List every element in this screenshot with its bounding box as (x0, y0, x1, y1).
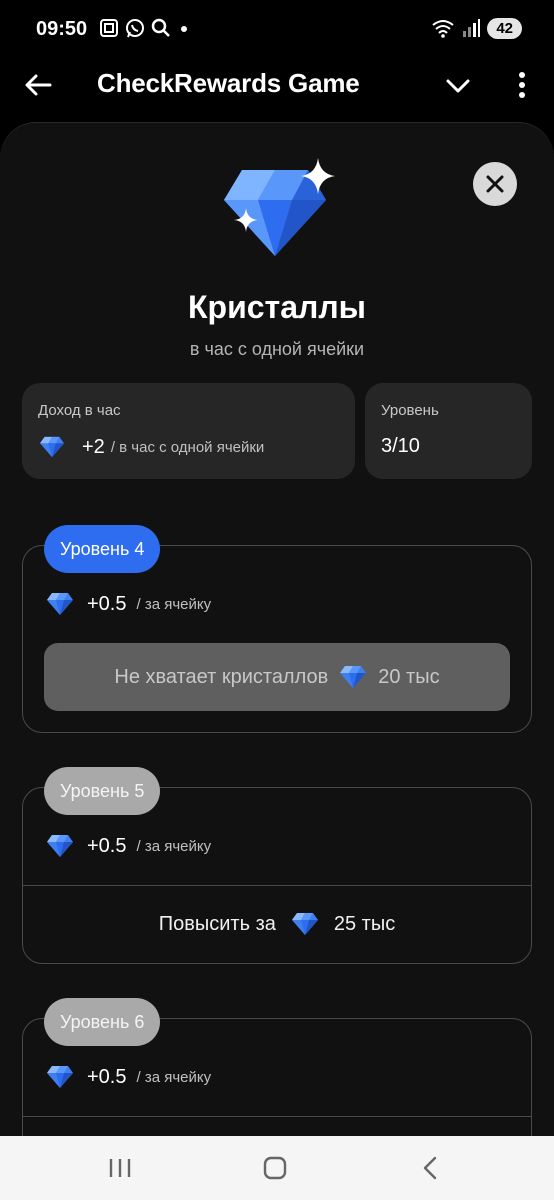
back-arrow-icon[interactable] (22, 70, 54, 100)
level-4-card: +0.5 / за ячейку Не хватает кристаллов 2… (22, 545, 532, 733)
crystals-sheet: Кристаллы в час с одной ячейки Доход в ч… (0, 122, 554, 1136)
button-label: Повысить за (158, 912, 276, 935)
app-bar: CheckRewards Game (0, 62, 554, 108)
sheet-subtitle: в час с одной ячейки (189, 339, 365, 359)
upgrade-button[interactable]: Повысить за 25 тыс (23, 886, 531, 962)
whatsapp-icon (126, 19, 144, 38)
home-icon[interactable] (262, 1156, 288, 1180)
crystal-icon (40, 436, 64, 458)
button-price: 20 тыс (378, 665, 440, 688)
chevron-down-icon[interactable] (442, 72, 474, 100)
reward-unit: / за ячейку (136, 837, 212, 855)
level-card: Уровень 3/10 (365, 383, 532, 479)
crystal-icon (47, 593, 73, 615)
battery-icon: 42 (487, 17, 522, 39)
crystal-icon (47, 1066, 73, 1088)
crystal-icon (224, 158, 335, 256)
income-card: Доход в час +2 / в час с одной ячейки (22, 383, 355, 479)
level-5-reward: +0.5 / за ячейку (45, 833, 211, 859)
button-price: 25 тыс (333, 912, 396, 935)
income-label: Доход в час (38, 402, 121, 419)
level-4-pill: Уровень 4 (44, 525, 161, 573)
recents-icon[interactable] (107, 1156, 133, 1180)
income-row: +2 / в час с одной ячейки (38, 435, 264, 459)
crystal-icon (291, 913, 318, 935)
status-time: 09:50 (36, 18, 88, 40)
reward-unit: / за ячейку (136, 1068, 212, 1086)
back-icon[interactable] (418, 1156, 444, 1180)
button-label: Не хватает кристаллов (114, 665, 329, 688)
status-icons-right: 42 (431, 17, 522, 39)
level-label: Уровень (381, 402, 439, 419)
signal-icon (463, 19, 481, 37)
wifi-icon (432, 20, 454, 38)
divider (23, 1116, 531, 1117)
reward-unit: / за ячейку (136, 595, 212, 613)
close-button[interactable] (473, 162, 517, 206)
reward-value: +0.5 (87, 1065, 127, 1088)
not-enough-crystals-button[interactable]: Не хватает кристаллов 20 тыс (44, 643, 510, 711)
status-icons-left (98, 17, 192, 39)
reward-value: +0.5 (87, 592, 127, 615)
level-5-pill: Уровень 5 (44, 767, 161, 815)
level-row: 3/10 (381, 435, 420, 458)
close-icon (486, 175, 504, 193)
app-title: CheckRewards Game (97, 68, 360, 98)
more-vert-icon[interactable] (508, 70, 536, 100)
sheet-title: Кристаллы (188, 289, 366, 325)
income-value: +2 (82, 435, 105, 458)
level-6-reward: +0.5 / за ячейку (45, 1064, 211, 1090)
crystal-icon (47, 835, 73, 857)
level-value: 3/10 (381, 435, 420, 457)
reward-value: +0.5 (87, 834, 127, 857)
screenshot-icon (100, 19, 118, 37)
level-4-reward: +0.5 / за ячейку (45, 591, 211, 617)
income-unit: / в час с одной ячейки (110, 438, 265, 456)
crystal-icon (340, 666, 367, 688)
system-nav-bar (0, 1136, 554, 1200)
status-bar: 09:50 42 (0, 0, 554, 62)
search-icon (151, 18, 170, 37)
level-6-pill: Уровень 6 (44, 998, 161, 1046)
dot-icon (181, 26, 187, 32)
